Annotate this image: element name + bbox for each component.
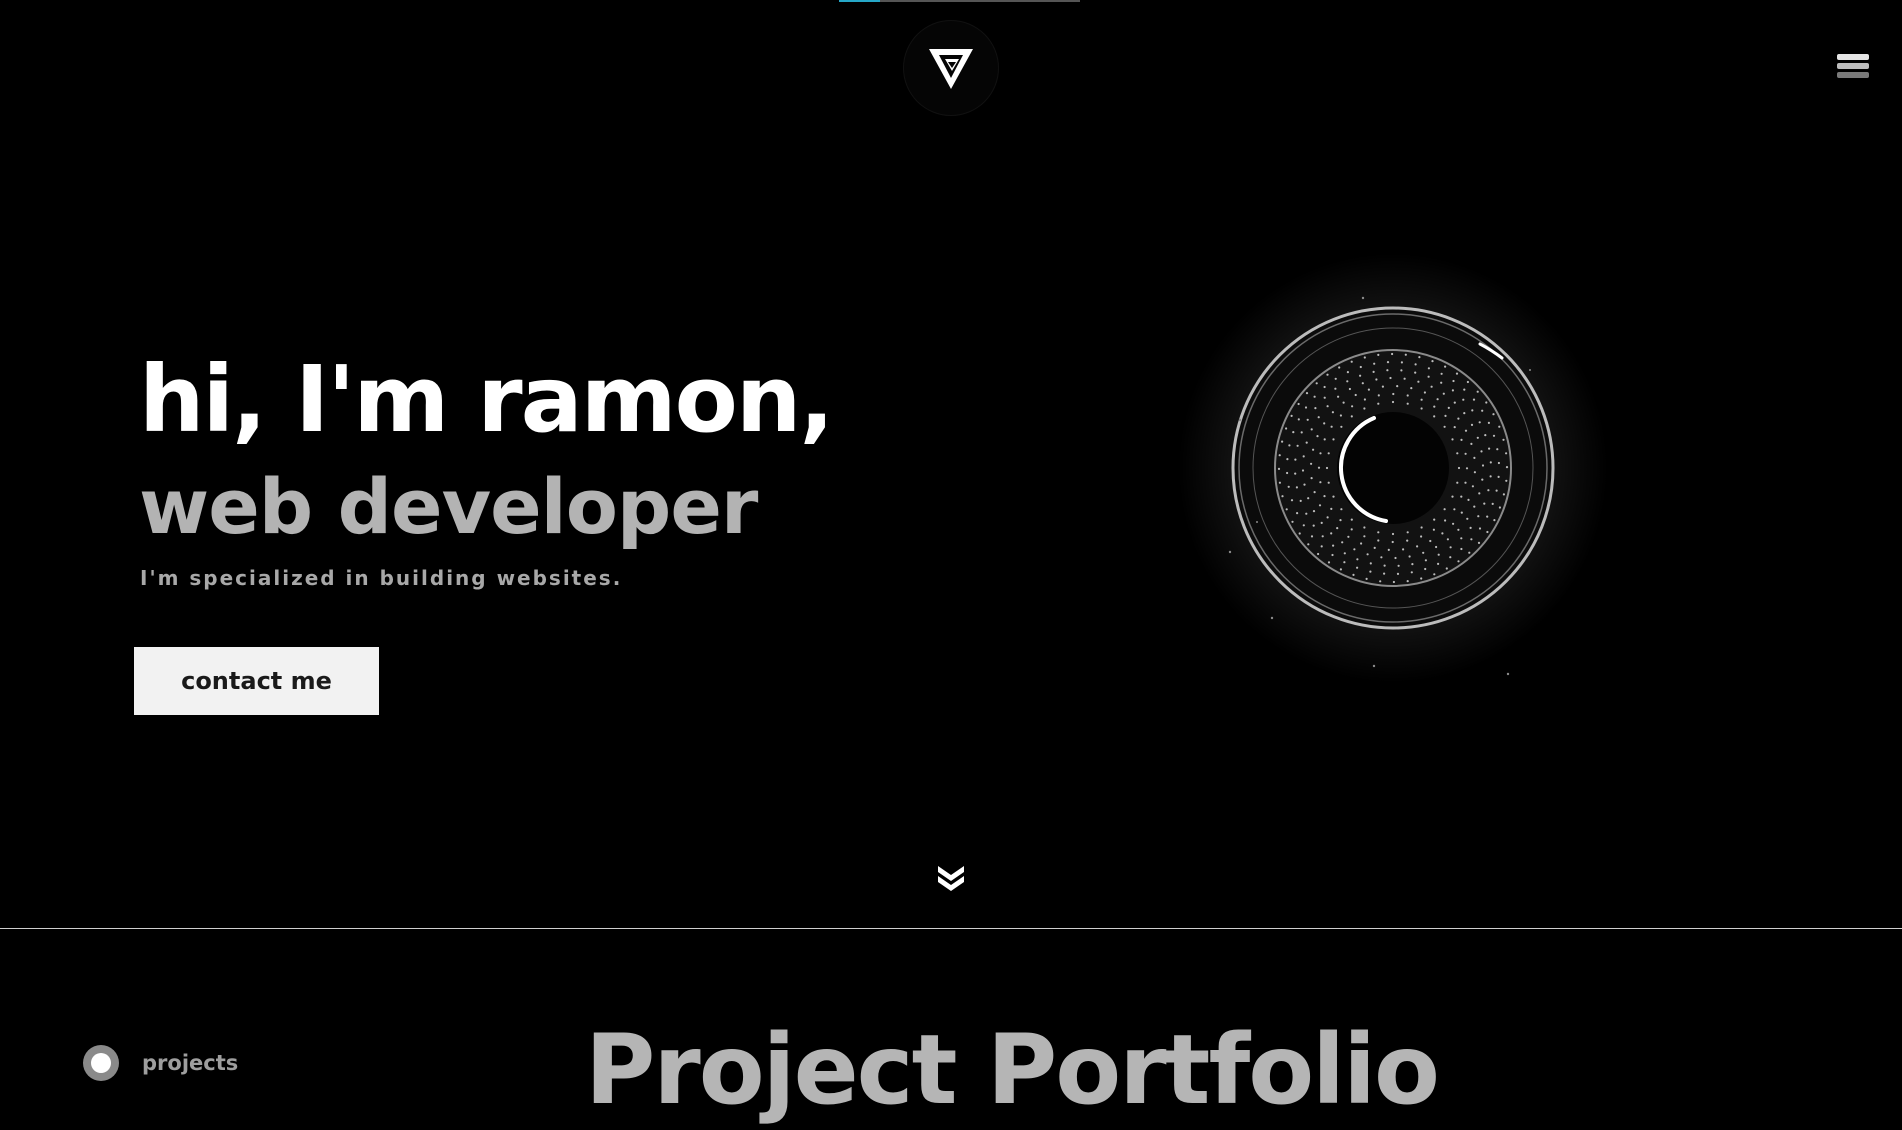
section-divider [0,928,1902,929]
hero-tagline: I'm specialized in building websites. [140,566,623,590]
scroll-progress-bar [839,0,1080,2]
triangle-logo-icon [929,49,973,89]
section-nav-dot [83,1045,119,1081]
orb-illustration [1178,253,1608,683]
portfolio-title: Project Portfolio [585,1014,1440,1126]
section-nav-label: projects [142,1051,239,1075]
hamburger-menu-icon[interactable] [1837,54,1869,84]
hero-greeting: hi, I'm ramon, [139,346,834,453]
hero-section: hi, I'm ramon, web developer I'm special… [139,346,834,591]
scroll-progress-fill [839,0,880,2]
double-chevron-down-icon[interactable] [934,862,968,894]
logo-button[interactable] [903,20,999,116]
section-nav-projects[interactable]: projects [83,1045,238,1081]
hero-role: web developer [139,462,758,551]
contact-me-button[interactable]: contact me [134,647,379,715]
